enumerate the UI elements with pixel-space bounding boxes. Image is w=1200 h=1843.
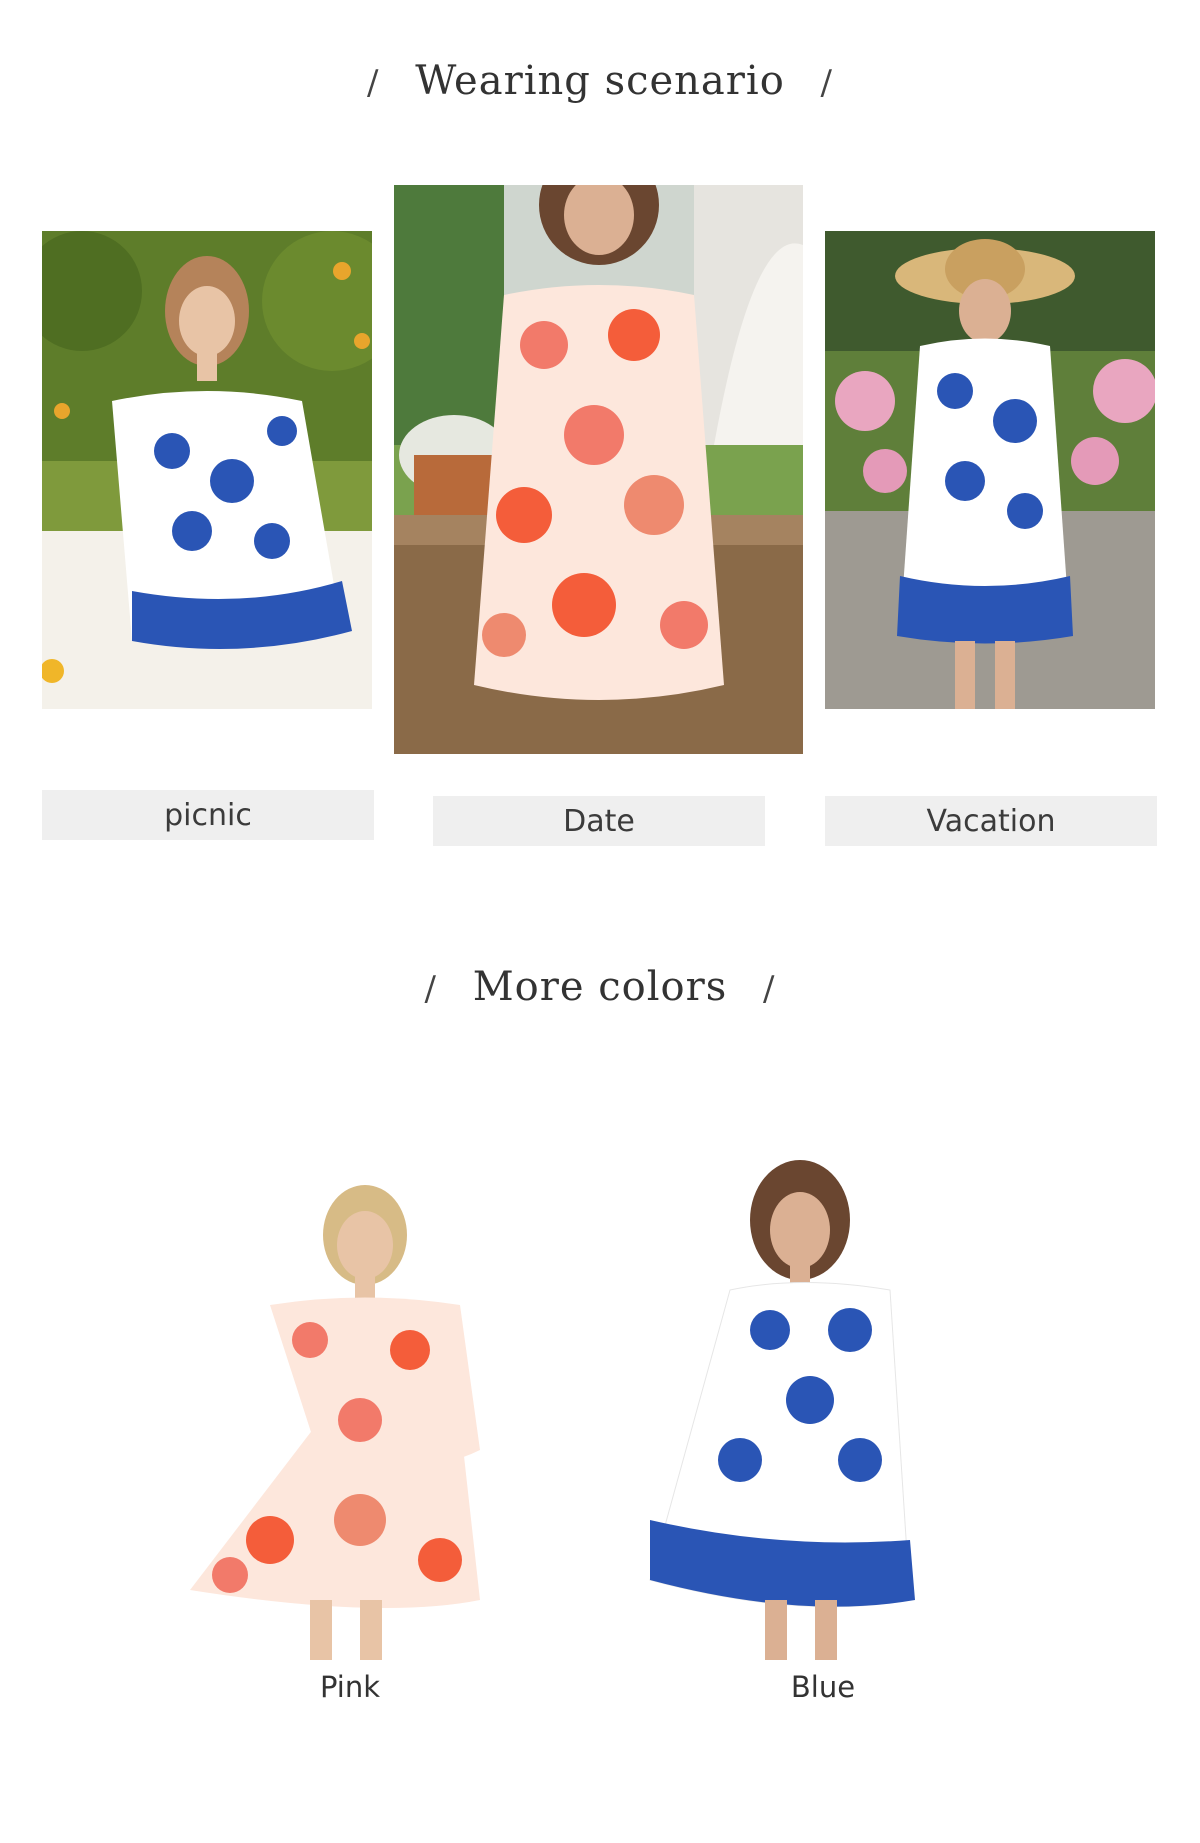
more-colors-title: More colors (472, 964, 728, 1010)
date-photo (394, 185, 803, 754)
color-label-blue[interactable]: Blue (713, 1670, 933, 1704)
scenario-label-picnic: picnic (42, 790, 374, 840)
heading-slash-left: / (424, 969, 437, 1009)
scenario-label-vacation-text: Vacation (926, 803, 1056, 839)
heading-slash-left: / (367, 63, 380, 103)
scenario-label-vacation: Vacation (825, 796, 1157, 846)
picnic-photo (42, 231, 372, 709)
scenario-label-date-text: Date (563, 803, 635, 839)
heading-slash-right: / (820, 63, 833, 103)
wearing-scenario-heading: / Wearing scenario / (0, 58, 1200, 104)
wearing-scenario-title: Wearing scenario (415, 58, 785, 104)
scenario-label-picnic-text: picnic (164, 797, 252, 833)
color-label-pink[interactable]: Pink (240, 1670, 460, 1704)
heading-slash-right: / (763, 969, 776, 1009)
vacation-photo (825, 231, 1155, 709)
pink-dress-photo[interactable] (160, 1180, 480, 1660)
scenario-label-date: Date (433, 796, 765, 846)
more-colors-heading: / More colors / (0, 964, 1200, 1010)
blue-dress-photo[interactable] (630, 1160, 930, 1660)
